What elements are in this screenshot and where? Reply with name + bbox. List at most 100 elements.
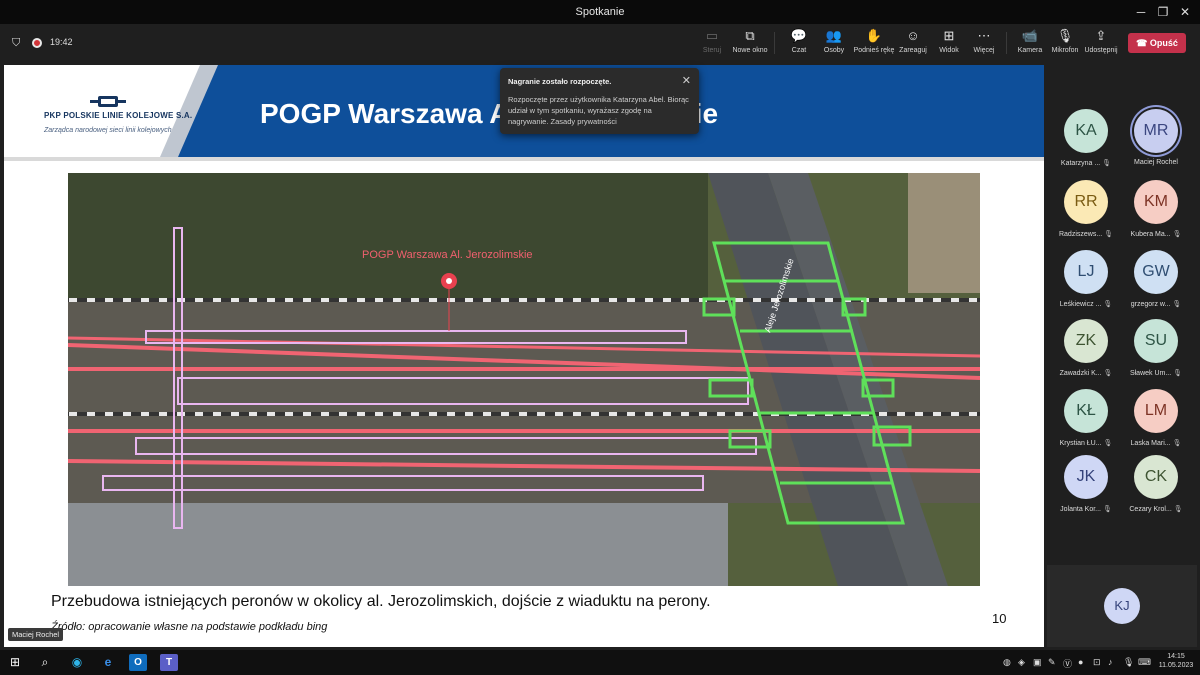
mic-off-icon: 🎙 [1173,370,1183,377]
mic-off-icon: 🎙 [1173,506,1183,513]
avatar: JK [1064,455,1108,499]
participant-tile[interactable]: JK Jolanta Kor... 🎙 [1051,453,1121,521]
mic-off-icon: 🎙 [1172,231,1182,238]
mic-off-icon: 🎙 [1103,301,1113,308]
header-divider [4,157,1044,161]
tray-app-icon[interactable]: ◍ [1003,657,1011,668]
mic-off-icon: 🎙 [1103,370,1113,377]
slide-page-number: 10 [992,611,1007,626]
avatar: KA [1064,109,1108,153]
avatar: CK [1134,455,1178,499]
participant-tile[interactable]: LJ Leśkiewicz ... 🎙 [1051,248,1121,316]
company-name: PKP POLSKIE LINIE KOLEJOWE S.A. [44,111,193,120]
participant-name: Sławek Um... [1129,370,1172,377]
company-tagline: Zarządca narodowej sieci linii kolejowyc… [44,127,172,134]
tray-app-icon[interactable]: ✎ [1048,657,1056,668]
participant-name: Kubera Ma... [1130,231,1171,238]
tray-app-icon[interactable]: ● [1078,657,1083,667]
people-button[interactable]: 👥 Osoby [812,28,856,54]
avatar: LJ [1064,250,1108,294]
participant-name: Cezary Krol... [1129,506,1172,513]
map-image: POGP Warszawa Al. Jerozolimskie Aleje Je… [68,173,980,586]
tray-app-icon[interactable]: Ⓥ [1063,657,1072,670]
participant-name: Leśkiewicz ... [1059,301,1102,308]
participant-tile[interactable]: GW grzegorz w... 🎙 [1121,248,1191,316]
share-button[interactable]: ⇪ Udostępnij [1079,28,1123,54]
participant-tile[interactable]: KŁ Krystian ŁU... 🎙 [1051,387,1121,455]
participant-tile[interactable]: SU Sławek Um... 🎙 [1121,317,1191,385]
tray-app-icon[interactable]: ▣ [1033,657,1042,668]
shield-icon: ⛉ [12,37,21,49]
map-construction-site [908,173,980,293]
minimize-icon[interactable]: ─ [1130,3,1152,21]
more-icon: ⋯ [977,28,991,43]
share-icon: ⇪ [1095,28,1107,43]
toolbar-divider [1006,32,1007,54]
mic-off-icon: 🎙 [1172,440,1182,447]
taskbar-clock[interactable]: 14:15 11.05.2023 [1156,652,1196,670]
participant-tile[interactable]: LM Laska Mari... 🎙 [1121,387,1191,455]
window-title-bar: Spotkanie ─ ❐ ✕ [0,0,1200,24]
new-window-button[interactable]: ⧉ Nowe okno [728,28,772,54]
participant-tile[interactable]: ZK Zawadzki K... 🎙 [1051,317,1121,385]
avatar: SU [1134,319,1178,363]
mic-off-icon: 🎙 [1102,506,1112,513]
map-parking-lot [68,503,728,586]
close-icon[interactable]: ✕ [682,74,691,87]
new-window-icon: ⧉ [745,28,755,43]
leave-button[interactable]: ☎ Opuść [1128,33,1186,53]
tray-app-icon[interactable]: ◈ [1018,657,1025,668]
location-marker-center [446,278,452,284]
search-icon[interactable]: ⌕ [36,654,54,671]
self-view-tile[interactable]: KJ [1047,565,1197,647]
windows-start-icon[interactable]: ⊞ [6,654,24,671]
avatar: GW [1134,250,1178,294]
participant-name: Katarzyna ... [1060,160,1101,167]
network-icon[interactable]: ⊡ [1093,657,1101,668]
mic-off-icon: 🎙 [1104,231,1114,238]
toolbar-divider [774,32,775,54]
microphone-icon[interactable]: 🎙 [1123,657,1134,668]
participant-tile[interactable]: KM Kubera Ma... 🎙 [1121,178,1191,246]
participant-tile[interactable]: CK Cezary Krol... 🎙 [1121,453,1191,521]
shared-slide: PKP POLSKIE LINIE KOLEJOWE S.A. Zarządca… [4,65,1044,647]
slide-caption: Przebudowa istniejących peronów w okolic… [51,593,711,610]
participant-name: Krystian ŁU... [1059,440,1102,447]
map-greenery [68,173,708,298]
slide-source: Źródło: opracowanie własne na podstawie … [51,621,328,633]
volume-icon[interactable]: ♪ [1108,657,1113,667]
internet-explorer-icon[interactable]: e [99,654,117,671]
mic-off-icon: 🎙 [1102,160,1112,167]
meeting-toolbar: ⛉ 19:42 ▭ Steruj ⧉ Nowe okno 💬 Czat 👥 Os… [0,24,1200,62]
participant-name: Maciej Rochel [1134,159,1178,166]
participant-tile[interactable]: KA Katarzyna ... 🎙 [1051,107,1121,175]
language-icon[interactable]: ⌨ [1138,657,1151,668]
participant-name: Laska Mari... [1130,440,1171,447]
edge-icon[interactable]: ◉ [68,654,86,671]
recording-icon [32,38,42,48]
participant-name: grzegorz w... [1130,301,1171,308]
mic-off-icon: 🎙 [1172,301,1182,308]
close-icon[interactable]: ✕ [1174,3,1196,21]
raise-hand-button[interactable]: ✋ Podnieś rękę [852,28,896,54]
window-title: Spotkanie [575,6,625,18]
avatar: KM [1134,180,1178,224]
presenter-name-tag: Maciej Rochel [8,628,64,641]
avatar: KJ [1104,588,1140,624]
avatar: ZK [1064,319,1108,363]
participant-tile[interactable]: RR Radziszews... 🎙 [1051,178,1121,246]
taskbar-time: 14:15 [1167,653,1185,660]
meeting-timer: 19:42 [50,37,73,47]
teams-icon[interactable]: T [160,654,178,671]
avatar: MR [1134,109,1178,153]
taskbar-date: 11.05.2023 [1158,662,1194,669]
participant-tile[interactable]: MR Maciej Rochel [1121,107,1191,175]
notification-body: Rozpoczęte przez użytkownika Katarzyna A… [508,95,689,126]
mic-off-icon: 🎙 [1103,440,1113,447]
participant-gallery: KA Katarzyna ... 🎙 MR Maciej Rochel RR R… [1047,65,1200,647]
avatar: LM [1134,389,1178,433]
more-button[interactable]: ⋯ Więcej [962,28,1006,54]
maximize-icon[interactable]: ❐ [1152,3,1174,21]
avatar: KŁ [1064,389,1108,433]
outlook-icon[interactable]: O [129,654,147,671]
